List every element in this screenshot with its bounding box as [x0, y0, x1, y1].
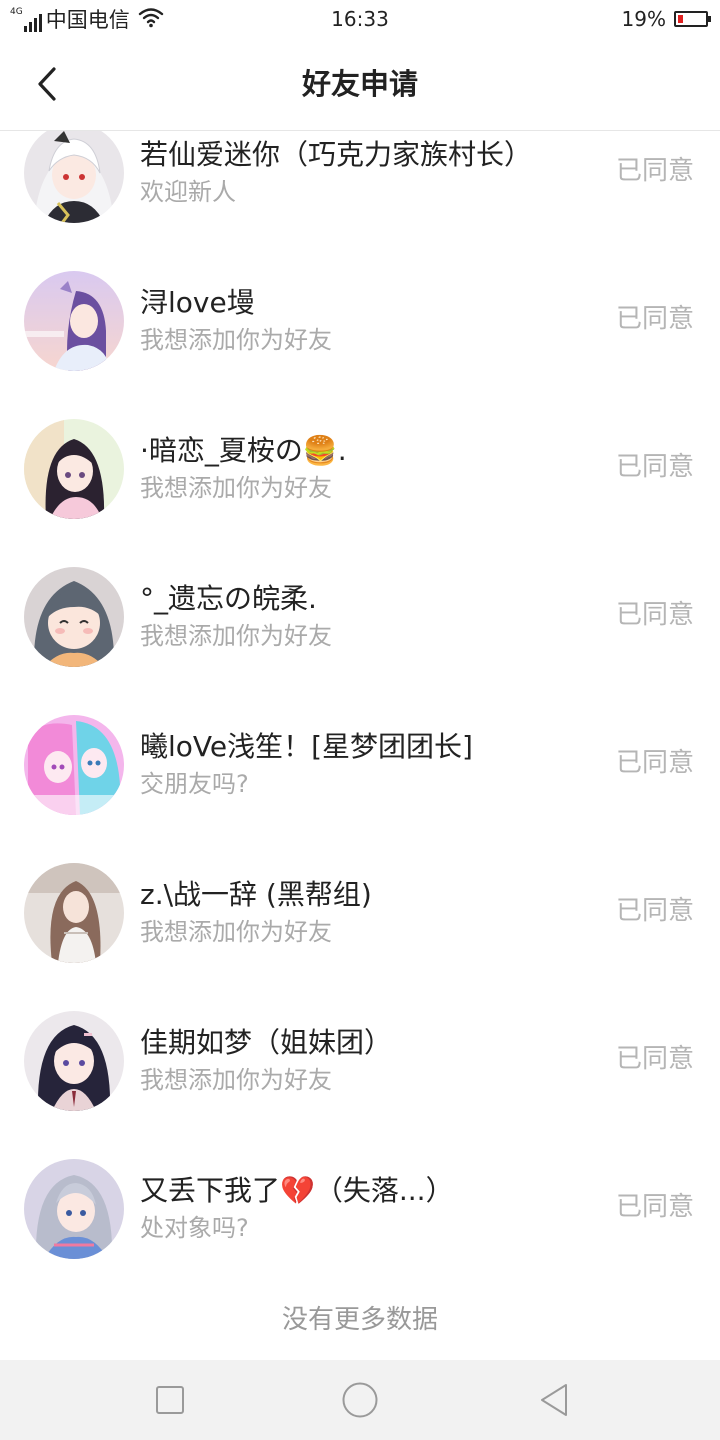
- home-button[interactable]: [336, 1376, 384, 1424]
- list-item[interactable]: 浔love墁 我想添加你为好友 已同意: [0, 246, 720, 394]
- requester-name: ·暗恋_夏桉の🍔.: [140, 434, 347, 467]
- avatar[interactable]: [24, 715, 124, 815]
- avatar[interactable]: [24, 271, 124, 371]
- no-more-data-label: 没有更多数据: [281, 1305, 438, 1335]
- avatar[interactable]: [24, 863, 124, 963]
- request-message: 我想添加你为好友: [140, 918, 332, 946]
- request-status: 已同意: [615, 1192, 694, 1222]
- request-status: 已同意: [615, 304, 694, 334]
- requester-name: z.\战一辞 (黑帮组): [140, 878, 372, 911]
- friend-request-list[interactable]: 若仙爱迷你（巧克力家族村长） 欢迎新人 已同意 浔love墁 我想添加你为好友 …: [0, 131, 720, 1360]
- avatar[interactable]: [24, 419, 124, 519]
- battery-level: [678, 15, 683, 23]
- triangle-back-icon: [541, 1384, 567, 1416]
- square-icon: [156, 1386, 184, 1414]
- list-item[interactable]: ·暗恋_夏桉の🍔. 我想添加你为好友 已同意: [0, 394, 720, 542]
- request-status: 已同意: [615, 1044, 694, 1074]
- list-item[interactable]: 若仙爱迷你（巧克力家族村长） 欢迎新人 已同意: [0, 131, 720, 246]
- clock: 16:33: [331, 7, 389, 31]
- avatar[interactable]: [24, 131, 124, 223]
- app-header: 好友申请: [0, 38, 720, 131]
- list-item[interactable]: 又丢下我了💔（失落...） 处对象吗? 已同意: [0, 1134, 720, 1282]
- page-title: 好友申请: [301, 67, 418, 101]
- request-message: 处对象吗?: [140, 1214, 249, 1242]
- request-status: 已同意: [615, 156, 694, 186]
- list-content: 若仙爱迷你（巧克力家族村长） 欢迎新人 已同意 浔love墁 我想添加你为好友 …: [0, 131, 720, 1282]
- avatar[interactable]: [24, 567, 124, 667]
- status-right: 19%: [621, 6, 711, 32]
- request-message: 我想添加你为好友: [140, 1066, 332, 1094]
- request-message: 欢迎新人: [140, 178, 236, 206]
- request-message: 交朋友吗?: [140, 770, 249, 798]
- circle-icon: [342, 1382, 378, 1418]
- requester-name: 又丢下我了💔（失落...）: [140, 1174, 454, 1207]
- requester-name: °_遗忘の皖柔.: [140, 582, 317, 615]
- avatar[interactable]: [24, 1011, 124, 1111]
- recents-button[interactable]: [146, 1376, 194, 1424]
- list-item[interactable]: z.\战一辞 (黑帮组) 我想添加你为好友 已同意: [0, 838, 720, 986]
- list-item[interactable]: 曦loVe浅笙！[星梦团团长] 交朋友吗? 已同意: [0, 690, 720, 838]
- avatar[interactable]: [24, 1159, 124, 1259]
- requester-name: 曦loVe浅笙！[星梦团团长]: [140, 730, 473, 763]
- request-message: 我想添加你为好友: [140, 326, 332, 354]
- battery-percent: 19%: [621, 7, 666, 31]
- request-status: 已同意: [615, 748, 694, 778]
- system-nav-bar: [0, 1360, 720, 1440]
- request-status: 已同意: [615, 896, 694, 926]
- system-back-button[interactable]: [530, 1376, 578, 1424]
- status-bar: 4G 中国电信 16:33 19%: [0, 0, 720, 38]
- list-item[interactable]: 佳期如梦（姐妹团） 我想添加你为好友 已同意: [0, 986, 720, 1134]
- requester-name: 浔love墁: [140, 286, 255, 319]
- list-item[interactable]: °_遗忘の皖柔. 我想添加你为好友 已同意: [0, 542, 720, 690]
- requester-name: 若仙爱迷你（巧克力家族村长）: [140, 138, 533, 171]
- request-message: 我想添加你为好友: [140, 622, 332, 650]
- request-status: 已同意: [615, 600, 694, 630]
- battery-icon: [674, 11, 711, 27]
- requester-name: 佳期如梦（姐妹团）: [140, 1026, 393, 1059]
- request-status: 已同意: [615, 452, 694, 482]
- request-message: 我想添加你为好友: [140, 474, 332, 502]
